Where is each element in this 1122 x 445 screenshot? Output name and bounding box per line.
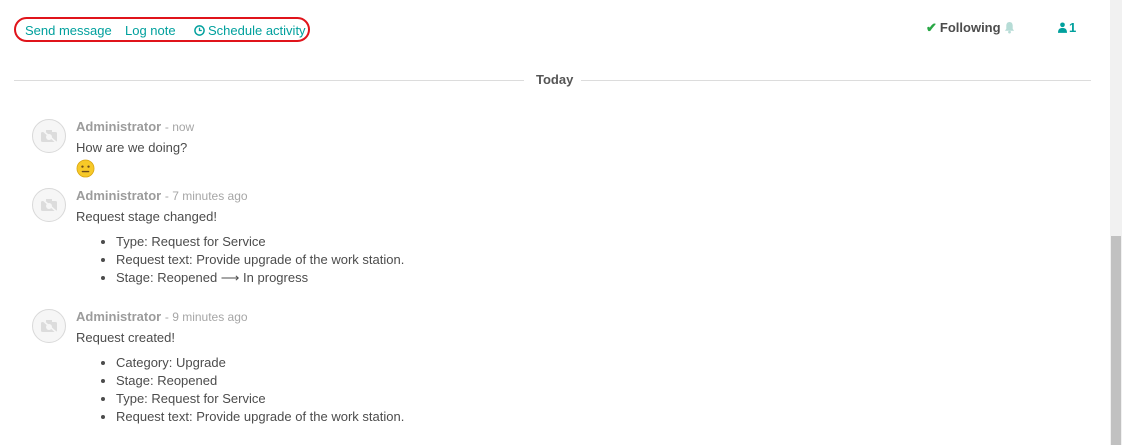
tracking-changes-list: Type: Request for Service Request text: … (96, 233, 404, 287)
list-item: Stage: Reopened ⟶ In progress (116, 269, 404, 287)
followers-button[interactable]: 1 (1058, 20, 1076, 35)
separator-line-left (14, 80, 524, 81)
following-button[interactable]: ✔ Following (926, 20, 1001, 36)
user-icon (1058, 22, 1067, 33)
message-author[interactable]: Administrator - 7 minutes ago (76, 188, 248, 203)
message-date: - 7 minutes ago (164, 189, 248, 203)
list-item: Type: Request for Service (116, 233, 404, 251)
message-author[interactable]: Administrator - 9 minutes ago (76, 309, 248, 324)
camera-placeholder-icon (40, 197, 58, 213)
send-message-button[interactable]: Send message (25, 23, 112, 38)
followers-count: 1 (1069, 20, 1077, 35)
author-name: Administrator (76, 309, 162, 324)
neutral-face-icon (76, 159, 95, 181)
list-item: Category: Upgrade (116, 354, 404, 372)
clock-icon (194, 25, 205, 36)
list-item: Stage: Reopened (116, 372, 404, 390)
message-date: - 9 minutes ago (164, 310, 248, 324)
scrollbar-thumb[interactable] (1111, 236, 1121, 445)
bell-icon[interactable] (1004, 21, 1015, 37)
avatar[interactable] (32, 119, 66, 153)
following-label: Following (939, 20, 1001, 35)
list-item: Request text: Provide upgrade of the wor… (116, 408, 404, 426)
schedule-activity-label: Schedule activity (208, 23, 306, 38)
message-author[interactable]: Administrator - now (76, 119, 194, 134)
date-separator: Today (536, 72, 574, 87)
list-item: Type: Request for Service (116, 390, 404, 408)
schedule-activity-button[interactable]: Schedule activity (194, 23, 306, 38)
message-body: How are we doing? (76, 140, 188, 155)
list-item: Request text: Provide upgrade of the wor… (116, 251, 404, 269)
author-name: Administrator (76, 188, 162, 203)
camera-placeholder-icon (40, 318, 58, 334)
chatter-topbar: Send message Log note Schedule activity … (0, 0, 1110, 60)
log-note-button[interactable]: Log note (125, 23, 176, 38)
avatar[interactable] (32, 188, 66, 222)
message-body: Request stage changed! (76, 209, 217, 224)
author-name: Administrator (76, 119, 162, 134)
camera-placeholder-icon (40, 128, 58, 144)
message-body: Request created! (76, 330, 176, 345)
avatar[interactable] (32, 309, 66, 343)
tracking-changes-list: Category: Upgrade Stage: Reopened Type: … (96, 354, 404, 426)
separator-line-right (581, 80, 1091, 81)
message-date: - now (164, 120, 195, 134)
check-icon: ✔ (926, 20, 937, 35)
